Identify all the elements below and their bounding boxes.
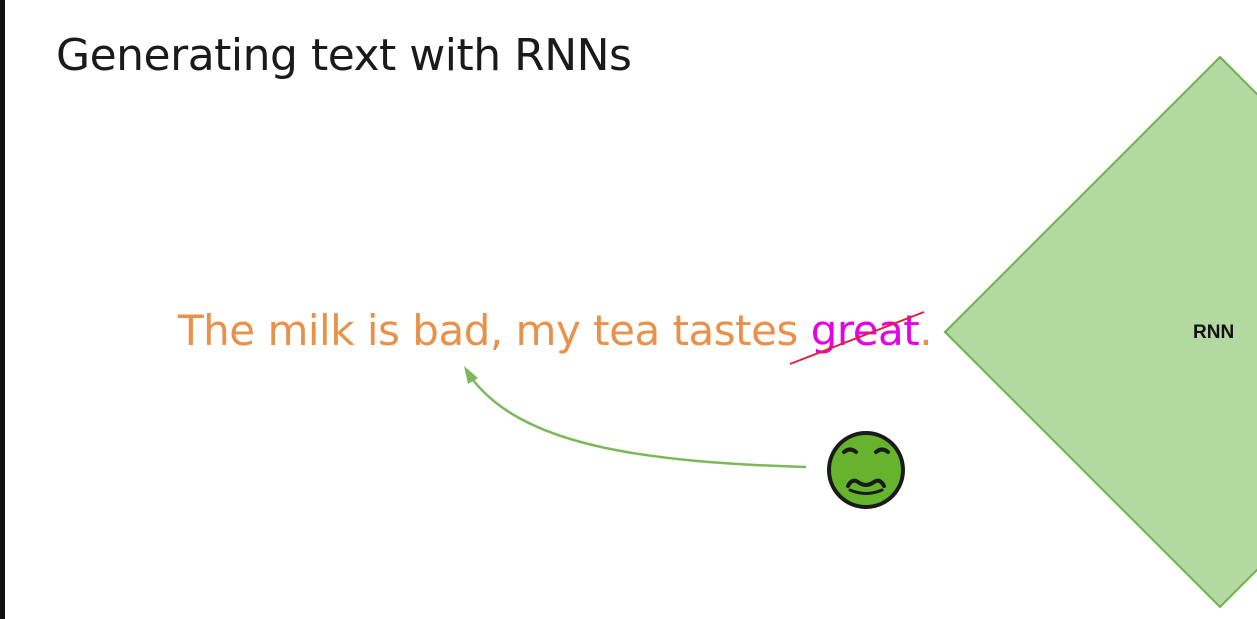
arrow-head [464, 366, 478, 384]
rnn-label: RNN [1193, 322, 1235, 343]
nauseated-face-icon [827, 431, 905, 509]
strike-line [789, 311, 925, 365]
diagram-overlay [464, 55, 1257, 609]
attention-arrow [468, 375, 807, 469]
